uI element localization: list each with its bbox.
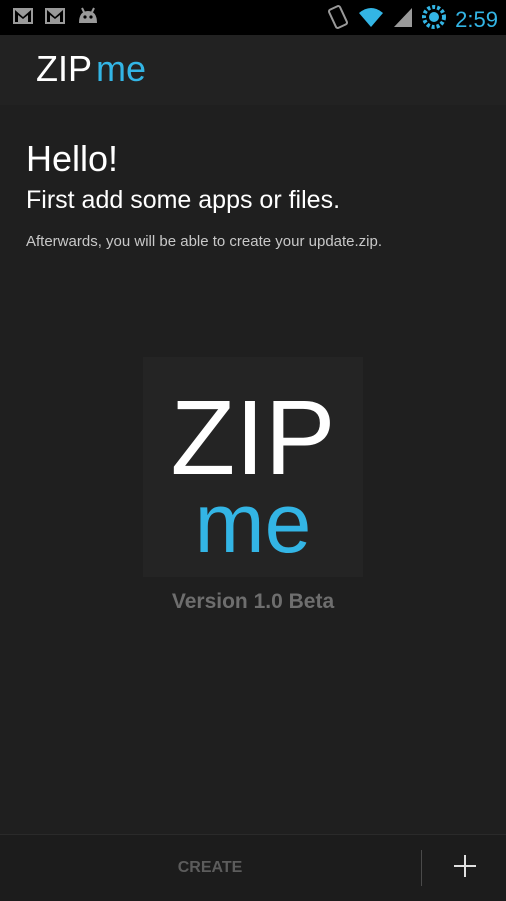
divider	[421, 850, 422, 886]
bottom-action-bar: CREATE	[0, 834, 506, 901]
add-button[interactable]	[424, 835, 506, 901]
instructions-text: Afterwards, you will be able to create y…	[26, 233, 383, 250]
big-logo-me: me	[194, 476, 312, 570]
system-icons: 2:59	[327, 3, 498, 36]
zipme-logo: ZIP me	[143, 357, 363, 577]
plus-icon	[452, 853, 478, 884]
version-label: Version 1.0 Beta	[171, 590, 335, 613]
notification-icons	[12, 6, 100, 31]
clock: 2:59	[455, 6, 498, 32]
create-button[interactable]: CREATE	[0, 835, 420, 901]
battery-icon	[421, 3, 447, 36]
gmail-icon	[44, 7, 66, 30]
action-bar: ZIP me	[0, 35, 506, 105]
android-icon	[76, 6, 100, 31]
gmail-icon	[12, 7, 34, 30]
signal-icon	[393, 6, 413, 33]
app-logo[interactable]: ZIP me	[36, 49, 146, 89]
greeting-subtitle: First add some apps or files.	[26, 186, 341, 214]
status-bar: 2:59	[0, 0, 506, 35]
wifi-icon	[357, 6, 385, 33]
vibrate-icon	[327, 4, 349, 35]
logo-zip: ZIP	[36, 48, 93, 89]
greeting-heading: Hello!	[26, 138, 119, 179]
logo-me: me	[96, 48, 147, 89]
